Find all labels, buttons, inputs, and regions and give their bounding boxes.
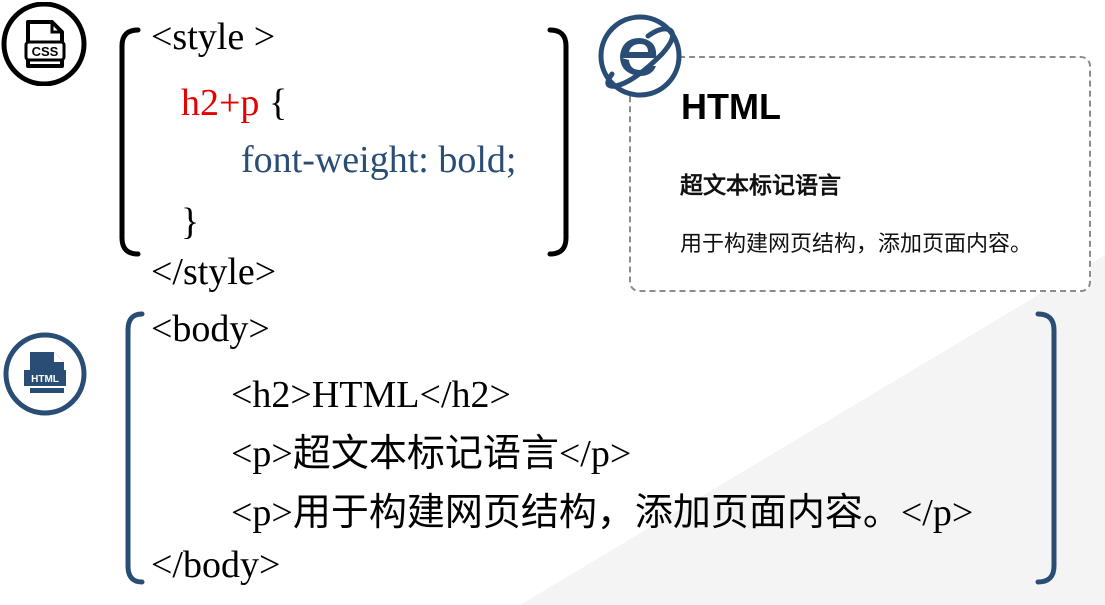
code-brace-close: } <box>181 201 200 243</box>
code-h2-line: <h2>HTML</h2> <box>231 374 511 416</box>
html-file-icon: HTML <box>3 332 87 416</box>
preview-heading: HTML <box>681 86 781 127</box>
code-style-close: </style> <box>151 251 277 293</box>
code-selector: h2+p <box>181 82 260 124</box>
code-p2-line: <p>用于构建网页结构，添加页面内容。</p> <box>231 492 974 534</box>
code-selector-line: h2+p { <box>181 84 287 122</box>
preview-paragraph: 用于构建网页结构，添加页面内容。 <box>680 232 1033 257</box>
browser-preview-panel: HTML 超文本标记语言 用于构建网页结构，添加页面内容。 <box>629 56 1091 292</box>
code-brace-open: { <box>259 82 288 124</box>
code-p1-line: <p>超文本标记语言</p> <box>231 433 632 475</box>
ie-browser-icon <box>598 14 682 98</box>
code-declaration: font-weight: bold; <box>241 139 517 181</box>
preview-paragraph-bold: 超文本标记语言 <box>680 173 841 199</box>
code-style-open: <style > <box>151 16 276 58</box>
code-body-close: </body> <box>151 544 281 586</box>
html-icon-label: HTML <box>31 374 59 385</box>
css-icon-label: CSS <box>32 44 59 59</box>
code-body-open: <body> <box>151 308 270 350</box>
css-file-icon: CSS <box>1 2 87 86</box>
